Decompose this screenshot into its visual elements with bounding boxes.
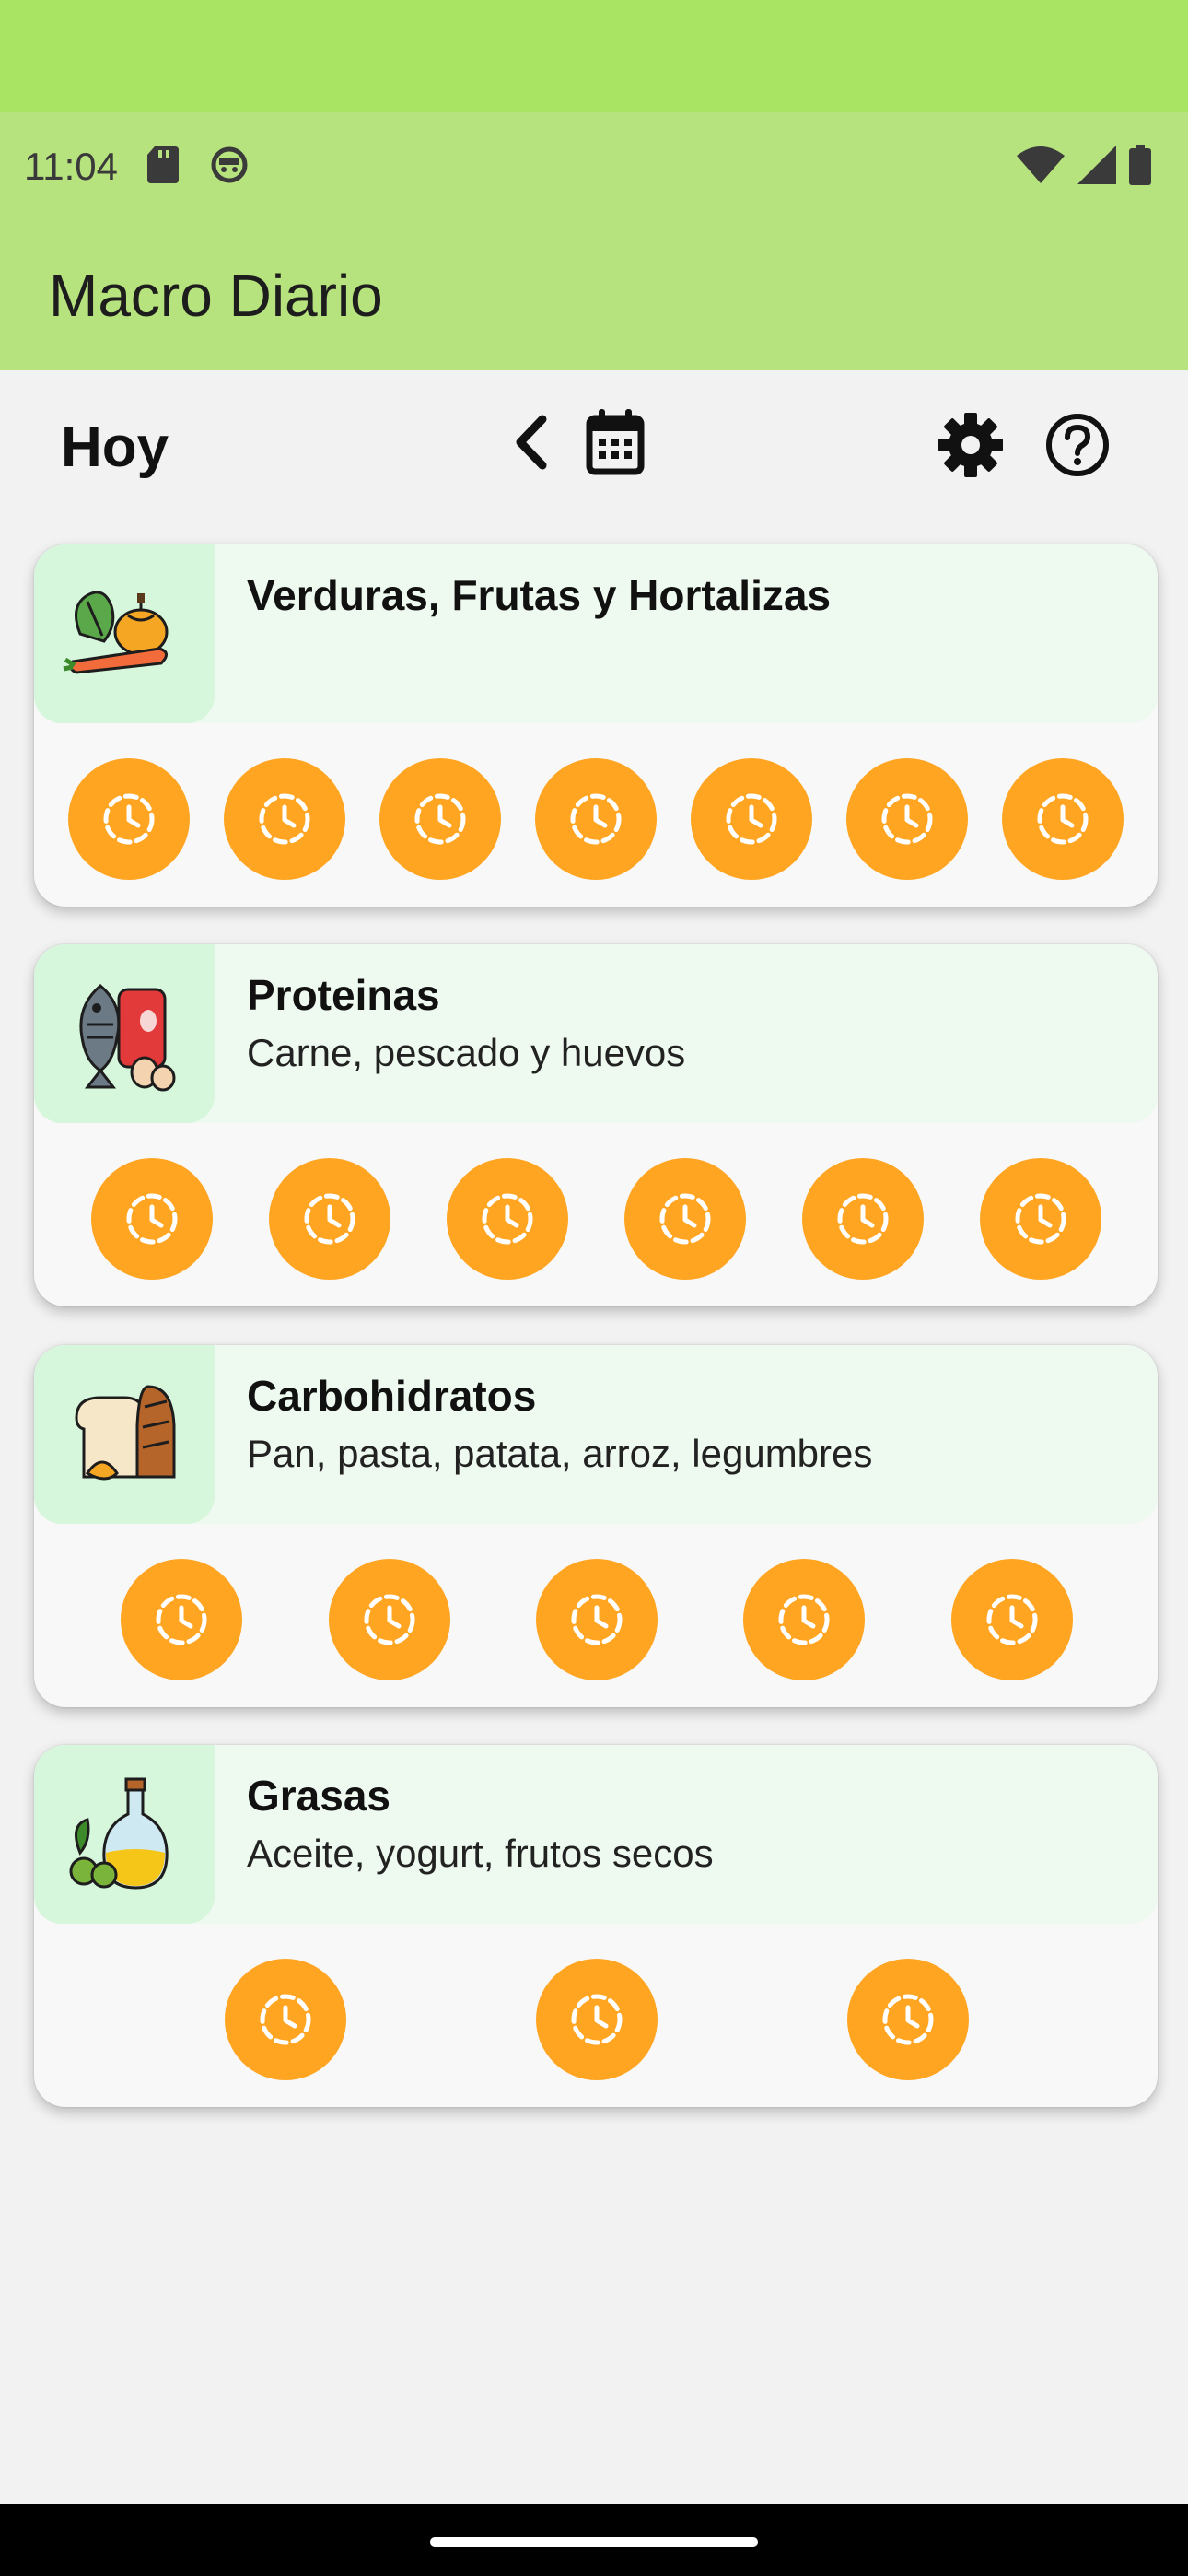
timer-icon [126,1193,178,1245]
portion-slot[interactable] [847,1959,969,2080]
calendar-button[interactable] [578,403,652,482]
timer-icon [156,1594,207,1645]
timer-icon [1037,793,1089,845]
timer-icon [260,1994,311,2045]
signal-icon [1077,145,1116,189]
portion-slot[interactable] [743,1559,865,1680]
timer-icon [259,793,310,845]
gear-icon [938,413,1003,477]
portion-slot[interactable] [980,1158,1101,1280]
portion-slot[interactable] [68,758,190,880]
timer-icon [986,1594,1038,1645]
portion-slot[interactable] [624,1158,746,1280]
card-title: Verduras, Frutas y Hortalizas [247,571,832,619]
fats-icon [69,1777,169,1890]
timer-icon [571,1994,623,2045]
vegetables-icon [63,591,169,674]
card-title: Carbohidratos [247,1372,537,1420]
timer-icon [570,793,622,845]
portion-slot[interactable] [91,1158,213,1280]
vegetables-thumbnail [34,544,215,723]
wifi-icon [1017,146,1065,188]
date-toolbar: Hoy [0,370,1188,516]
portion-slot[interactable] [379,758,501,880]
card-title: Grasas [247,1772,391,1820]
app-bar: Macro Diario [0,221,1188,370]
portion-slot[interactable] [951,1559,1073,1680]
protein-icon [79,984,176,1092]
portion-slot[interactable] [802,1158,924,1280]
chevron-left-icon [516,415,547,470]
timer-icon [837,1193,889,1245]
timer-icon [1015,1193,1066,1245]
card-subtitle: Aceite, yogurt, frutos secos [247,1832,714,1875]
carbs-thumbnail [34,1345,215,1524]
portion-slot[interactable] [269,1158,390,1280]
timer-icon [882,1994,934,2045]
current-day-label: Hoy [61,416,169,479]
food-group-card-proteins[interactable]: Proteinas Carne, pescado y huevos [34,944,1158,1306]
portion-slot[interactable] [536,1959,658,2080]
timer-icon [726,793,777,845]
portion-slot[interactable] [535,758,657,880]
carbs-icon [75,1385,176,1481]
previous-day-button[interactable] [503,405,558,479]
portion-slots [34,1959,1158,2080]
portion-slot[interactable] [329,1559,450,1680]
help-button[interactable] [1040,407,1115,483]
status-time: 11:04 [24,145,118,188]
sd-card-icon [147,146,179,188]
timer-icon [414,793,466,845]
timer-icon [482,1193,533,1245]
portion-slots [34,1158,1158,1280]
card-subtitle: Carne, pescado y huevos [247,1031,686,1074]
fats-thumbnail [34,1745,215,1924]
portion-slot[interactable] [691,758,812,880]
portion-slot[interactable] [536,1559,658,1680]
portion-slot[interactable] [846,758,968,880]
timer-icon [571,1594,623,1645]
app-title: Macro Diario [49,263,383,329]
card-subtitle: Pan, pasta, patata, arroz, legumbres [247,1432,873,1475]
home-gesture-handle[interactable] [430,2537,758,2547]
timer-icon [778,1594,830,1645]
portion-slot[interactable] [447,1158,568,1280]
food-group-card-vegetables[interactable]: Verduras, Frutas y Hortalizas [34,544,1158,907]
proteins-thumbnail [34,944,215,1123]
top-strip [0,0,1188,112]
portion-slots [34,1559,1158,1680]
portion-slot[interactable] [1002,758,1124,880]
status-bar: 11:04 [0,112,1188,221]
timer-icon [103,793,155,845]
settings-button[interactable] [933,407,1008,483]
timer-icon [881,793,933,845]
portion-slots [34,758,1158,880]
timer-icon [659,1193,711,1245]
portion-slot[interactable] [225,1959,346,2080]
food-group-card-carbs[interactable]: Carbohidratos Pan, pasta, patata, arroz,… [34,1345,1158,1707]
calendar-icon [586,409,645,475]
battery-icon [1129,144,1151,190]
food-group-card-fats[interactable]: Grasas Aceite, yogurt, frutos secos [34,1745,1158,2107]
help-circle-icon [1046,414,1109,476]
app-notification-icon [210,146,249,189]
card-title: Proteinas [247,971,440,1019]
navigation-bar [0,2504,1188,2576]
timer-icon [364,1594,415,1645]
timer-icon [304,1193,355,1245]
portion-slot[interactable] [224,758,345,880]
portion-slot[interactable] [121,1559,242,1680]
